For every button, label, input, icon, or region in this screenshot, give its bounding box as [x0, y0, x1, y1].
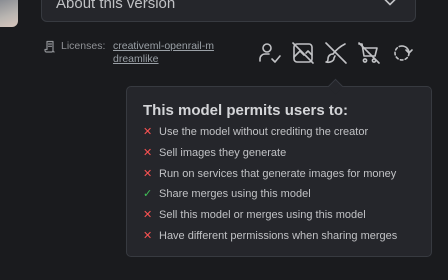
denied-icon: ✕	[143, 209, 153, 221]
permission-text: Have different permissions when sharing …	[159, 230, 398, 242]
permission-text: Use the model without crediting the crea…	[159, 126, 369, 138]
accordion-label: About this version	[56, 0, 176, 12]
about-version-accordion[interactable]: About this version	[41, 0, 416, 22]
permission-item: ✕ Have different permissions when sharing…	[143, 228, 397, 244]
license-link-dreamlike[interactable]: dreamlike	[113, 53, 159, 65]
licenses-label: Licenses:	[61, 40, 106, 52]
permission-text: Sell this model or merges using this mod…	[159, 209, 366, 221]
no-cart-icon[interactable]	[356, 40, 382, 66]
permission-text: Sell images they generate	[159, 147, 287, 159]
license-link-creativeml[interactable]: creativeml-openrail-m	[113, 40, 214, 52]
popover-title: This model permits users to:	[143, 102, 349, 119]
permissions-popover: This model permits users to: ✕ Use the mo…	[126, 78, 432, 257]
license-document-icon	[44, 40, 57, 56]
permission-item: ✕ Run on services that generate images fo…	[143, 166, 396, 182]
user-check-icon[interactable]	[257, 40, 283, 66]
permission-item: ✕ Sell this model or merges using this mo…	[143, 207, 366, 223]
allowed-icon: ✓	[143, 188, 153, 200]
permission-text: Run on services that generate images for…	[159, 168, 397, 180]
image-thumbnail[interactable]	[0, 0, 18, 27]
permission-item: ✕ Sell images they generate	[143, 145, 286, 161]
no-image-icon[interactable]	[290, 40, 316, 66]
no-brush-icon[interactable]	[323, 40, 349, 66]
chevron-down-icon[interactable]	[383, 0, 397, 14]
denied-icon: ✕	[143, 168, 153, 180]
popover-arrow	[327, 78, 344, 95]
refresh-dashed-icon[interactable]	[389, 40, 415, 66]
permission-text: Share merges using this model	[159, 188, 311, 200]
permission-item: ✓ Share merges using this model	[143, 186, 311, 202]
permission-item: ✕ Use the model without crediting the cre…	[143, 124, 368, 140]
denied-icon: ✕	[143, 147, 153, 159]
denied-icon: ✕	[143, 126, 153, 138]
denied-icon: ✕	[143, 230, 153, 242]
